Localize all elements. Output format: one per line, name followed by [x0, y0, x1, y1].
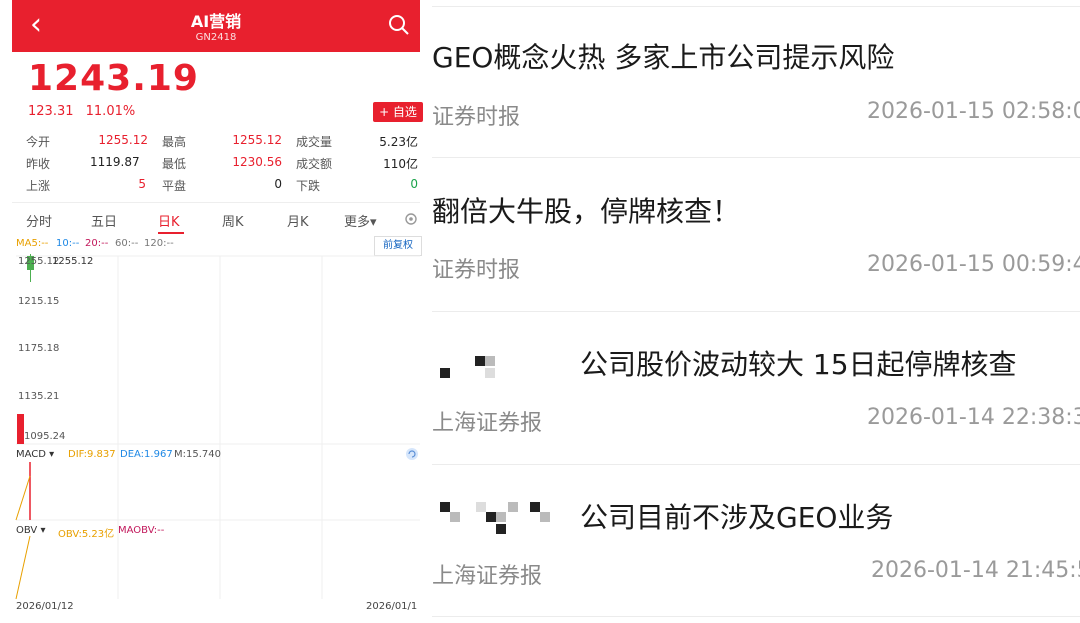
news-source: 上海证券报: [432, 564, 543, 589]
tab-five-day[interactable]: 五日: [91, 211, 117, 230]
tab-more[interactable]: 更多▾: [344, 211, 377, 230]
stat-value: 1255.12: [232, 133, 282, 147]
news-time: 2026-01-15 02:58:0: [867, 99, 1080, 124]
stat-value: 0: [274, 177, 282, 191]
tab-weekly-k[interactable]: 周K: [222, 211, 244, 230]
news-title[interactable]: 公司股价波动较大 15日起停牌核查: [580, 343, 1017, 383]
obv-selector[interactable]: OBV ▾: [16, 525, 45, 536]
add-watchlist-button[interactable]: + 自选: [373, 102, 423, 122]
stat-label: 平盘: [162, 179, 187, 193]
stat-value: 5: [138, 177, 146, 191]
news-time: 2026-01-14 21:45:5: [871, 558, 1080, 583]
stat-label: 昨收: [26, 157, 51, 171]
refresh-icon[interactable]: [405, 447, 419, 461]
stat-value: 1230.56: [232, 155, 282, 169]
price-axis-label: 1095.24: [24, 431, 66, 442]
news-time: 2026-01-14 22:38:3: [867, 405, 1080, 430]
news-divider: [432, 464, 1080, 465]
settings-icon[interactable]: [404, 212, 418, 226]
stat-value: 1119.87: [90, 155, 140, 169]
tab-monthly-k[interactable]: 月K: [287, 211, 309, 230]
stat-label: 最高: [162, 135, 187, 149]
news-title[interactable]: 公司目前不涉及GEO业务: [580, 496, 893, 536]
adjust-price-button[interactable]: 前复权: [374, 236, 422, 256]
obv-line: [15, 535, 31, 599]
ma60-label: 60:--: [115, 238, 139, 249]
stat-value: 110亿: [383, 157, 418, 171]
macd-dea: DEA:1.967: [120, 449, 173, 460]
news-time: 2026-01-15 00:59:4: [867, 252, 1080, 277]
price-axis-label: 1135.21: [18, 391, 60, 402]
macd-dif: DIF:9.837: [68, 449, 116, 460]
price-change: 123.31 11.01%: [28, 104, 143, 119]
price-axis-label: 1215.15: [18, 296, 60, 307]
candle-high-label: 1255.12: [52, 256, 94, 267]
news-divider: [432, 616, 1080, 617]
current-price: 1243.19: [28, 58, 199, 99]
tab-daily-k[interactable]: 日K: [158, 211, 180, 230]
obv-value: OBV:5.23亿: [58, 529, 115, 540]
news-divider: [432, 157, 1080, 158]
stat-label: 成交额: [296, 157, 333, 171]
stat-label: 下跌: [296, 179, 321, 193]
change-percent: 11.01%: [85, 104, 136, 119]
macd-selector[interactable]: MACD ▾: [16, 449, 54, 460]
news-source: 上海证券报: [432, 411, 543, 436]
ma5-label: MA5:--: [16, 238, 49, 249]
stat-label: 最低: [162, 157, 187, 171]
tab-intraday[interactable]: 分时: [26, 211, 52, 230]
maobv-value: MAOBV:--: [118, 525, 165, 536]
stat-value: 0: [410, 177, 418, 191]
search-icon[interactable]: [388, 14, 410, 36]
change-amount: 123.31: [28, 104, 74, 119]
news-divider: [432, 6, 1080, 7]
news-source: 证券时报: [432, 105, 521, 130]
stat-label: 上涨: [26, 179, 51, 193]
stat-label: 今开: [26, 135, 51, 149]
price-axis-label: 1175.18: [18, 343, 60, 354]
end-date: 2026/01/1: [366, 601, 418, 612]
news-title[interactable]: GEO概念火热 多家上市公司提示风险: [432, 36, 894, 76]
sector-code: GN2418: [195, 32, 237, 43]
news-source: 证券时报: [432, 258, 521, 283]
volume-bar: [17, 414, 24, 444]
news-divider: [432, 311, 1080, 312]
stock-panel: ‹ AI营销 GN2418 1243.19 123.31 11.01% + 自选…: [0, 0, 425, 623]
ma20-label: 20:--: [85, 238, 109, 249]
page-title: AI营销: [190, 12, 242, 31]
active-tab-indicator: [158, 232, 184, 234]
ma120-label: 120:--: [144, 238, 174, 249]
start-date: 2026/01/12: [16, 601, 74, 612]
stat-value: 5.23亿: [379, 135, 418, 149]
macd-m: M:15.740: [174, 449, 221, 460]
kline-chart[interactable]: [12, 254, 422, 599]
news-title[interactable]: 翻倍大牛股，停牌核查！: [432, 190, 740, 230]
macd-dif-line: [15, 475, 31, 521]
stat-label: 成交量: [296, 135, 333, 149]
top-bar: ‹ AI营销 GN2418: [12, 0, 420, 52]
stat-value: 1255.12: [98, 133, 148, 147]
ma10-label: 10:--: [56, 238, 80, 249]
divider: [12, 202, 420, 203]
